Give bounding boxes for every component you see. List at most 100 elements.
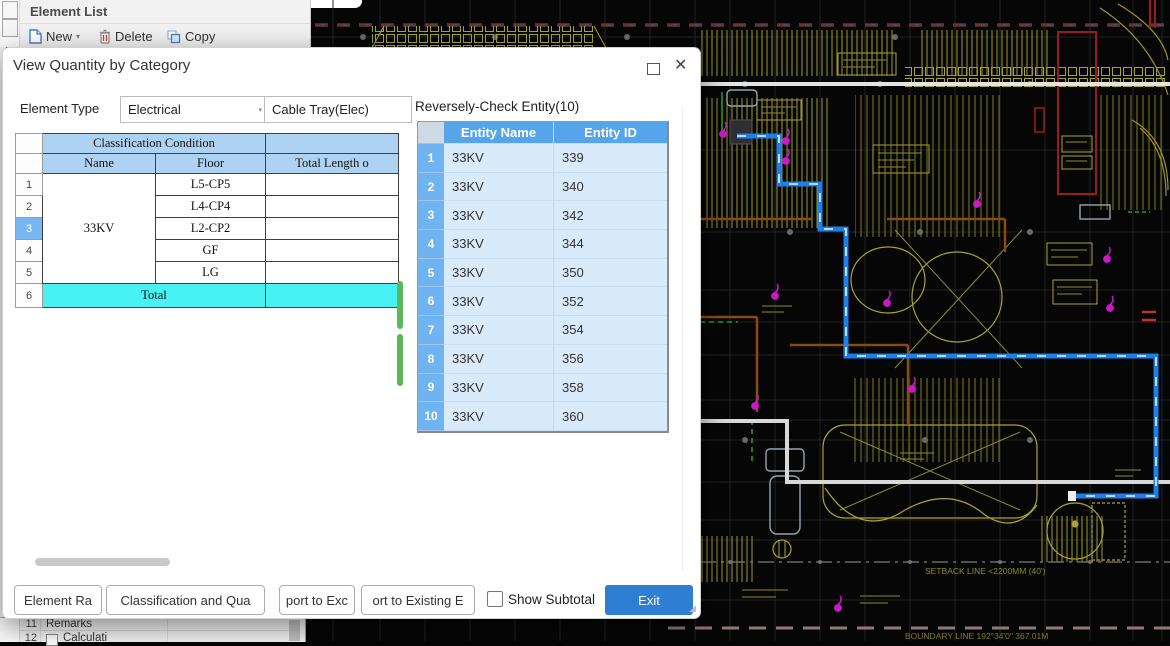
row-number[interactable]: 6	[16, 284, 43, 308]
floor-cell[interactable]: GF	[156, 240, 266, 262]
subcategory-value: Cable Tray(Elec)	[272, 102, 369, 117]
row-number[interactable]: 4	[16, 240, 43, 262]
quantity-table: Classification Condition Name Floor Tota…	[15, 133, 399, 308]
entity-id-cell[interactable]: 358	[554, 374, 667, 403]
row-number: 10	[418, 402, 444, 431]
row-number: 11	[21, 618, 37, 630]
entity-name-cell[interactable]: 33KV	[444, 173, 554, 202]
entity-name-cell[interactable]: 33KV	[444, 345, 554, 374]
resize-grip[interactable]: ◢	[689, 603, 696, 614]
row-number[interactable]: 1	[16, 174, 43, 196]
entity-row[interactable]: 2 33KV 340	[418, 173, 667, 202]
entity-name-cell[interactable]: 33KV	[444, 201, 554, 230]
category-combobox[interactable]: Electrical ▾	[120, 96, 266, 123]
new-button[interactable]: New ▾	[29, 27, 80, 46]
maximize-button[interactable]	[647, 63, 660, 75]
panel-side-gutter	[0, 0, 20, 47]
entity-id-cell[interactable]: 342	[554, 201, 667, 230]
entity-name-cell[interactable]: 33KV	[444, 259, 554, 288]
delete-button[interactable]: Delete	[99, 27, 153, 46]
entity-id-cell[interactable]: 360	[554, 402, 667, 431]
floor-cell[interactable]: L4-CP4	[156, 196, 266, 218]
horizontal-scrollbar-thumb[interactable]	[35, 558, 170, 566]
entity-row[interactable]: 4 33KV 344	[418, 230, 667, 259]
entity-name-cell[interactable]: 33KV	[444, 316, 554, 345]
row-number: 4	[418, 230, 444, 259]
entity-panel-title: Reversely-Check Entity(10)	[415, 99, 579, 114]
entity-id-cell[interactable]: 352	[554, 287, 667, 316]
value-cell[interactable]	[266, 174, 399, 196]
entity-name-cell[interactable]: 33KV	[444, 287, 554, 316]
row-number: 6	[418, 287, 444, 316]
value-cell[interactable]	[266, 196, 399, 218]
total-label-cell[interactable]: Total	[43, 284, 266, 308]
value-cell[interactable]	[266, 262, 399, 284]
row-number[interactable]: 3	[16, 218, 43, 240]
view-quantity-dialog: View Quantity by Category ✕ Element Type…	[2, 47, 701, 619]
col-header-floor: Floor	[156, 154, 266, 174]
property-row-remarks[interactable]: Remarks	[46, 618, 92, 630]
entity-id-cell[interactable]: 339	[554, 144, 667, 173]
total-value-cell[interactable]	[266, 284, 399, 308]
entity-id-cell[interactable]: 344	[554, 230, 667, 259]
entity-name-cell[interactable]: 33KV	[444, 402, 554, 431]
entity-id-cell[interactable]: 340	[554, 173, 667, 202]
entity-row[interactable]: 9 33KV 358	[418, 374, 667, 403]
floor-cell[interactable]: L5-CP5	[156, 174, 266, 196]
green-scroll-indicator[interactable]	[397, 334, 403, 386]
table-row[interactable]: 1 33KV L5-CP5	[16, 174, 399, 196]
name-group-cell[interactable]: 33KV	[43, 174, 156, 284]
entity-name-cell[interactable]: 33KV	[444, 374, 554, 403]
delete-label: Delete	[115, 29, 153, 44]
entity-name-cell[interactable]: 33KV	[444, 230, 554, 259]
entity-row[interactable]: 6 33KV 352	[418, 287, 667, 316]
divider	[19, 23, 310, 24]
entity-row[interactable]: 3 33KV 342	[418, 201, 667, 230]
entity-row[interactable]: 5 33KV 350	[418, 259, 667, 288]
row-number[interactable]: 5	[16, 262, 43, 284]
element-type-label: Element Type	[20, 101, 99, 116]
green-scroll-indicator[interactable]	[397, 281, 403, 329]
entity-row[interactable]: 10 33KV 360	[418, 402, 667, 431]
chevron-down-icon[interactable]: ▾	[76, 32, 80, 41]
entity-id-cell[interactable]: 354	[554, 316, 667, 345]
value-cell[interactable]	[266, 218, 399, 240]
row-number: 12	[21, 632, 37, 644]
col-header-entity-id[interactable]: Entity ID	[554, 122, 667, 144]
classification-quantity-button[interactable]: Classification and Qua	[106, 585, 265, 615]
floor-cell[interactable]: L2-CP2	[156, 218, 266, 240]
entity-row[interactable]: 8 33KV 356	[418, 345, 667, 374]
col-header-entity-name[interactable]: Entity Name	[444, 122, 554, 144]
row-number: 8	[418, 345, 444, 374]
close-button[interactable]: ✕	[674, 55, 687, 75]
floor-cell[interactable]: LG	[156, 262, 266, 284]
entity-id-cell[interactable]: 350	[554, 259, 667, 288]
total-row[interactable]: 6 Total	[16, 284, 399, 308]
element-properties-panel: 11 Remarks 12 Calculati	[0, 617, 306, 642]
row-number[interactable]: 2	[16, 196, 43, 218]
col-header-name: Name	[43, 154, 156, 174]
element-range-button[interactable]: Element Ra	[14, 585, 102, 615]
boundary-line-label: BOUNDARY LINE 192°34'0" 367.01M	[905, 631, 1048, 641]
exit-button[interactable]: Exit	[605, 585, 693, 615]
entity-id-cell[interactable]: 356	[554, 345, 667, 374]
show-subtotal-checkbox[interactable]	[487, 591, 503, 607]
property-row-calculation[interactable]: Calculati	[63, 632, 107, 644]
value-cell[interactable]	[266, 240, 399, 262]
divider	[682, 108, 683, 570]
element-list-title: Element List	[30, 4, 107, 19]
subcategory-combobox[interactable]: Cable Tray(Elec)	[264, 96, 412, 123]
trash-icon	[99, 29, 111, 44]
entity-row[interactable]: 1 33KV 339	[418, 144, 667, 173]
panel-tab-icon[interactable]	[2, 19, 18, 37]
row-number: 5	[418, 259, 444, 288]
panel-tab-icon[interactable]	[2, 1, 18, 19]
entity-name-cell[interactable]: 33KV	[444, 144, 554, 173]
export-to-existing-excel-button[interactable]: ort to Existing E	[361, 585, 475, 615]
copy-button[interactable]: Copy	[167, 27, 215, 46]
entity-row[interactable]: 7 33KV 354	[418, 316, 667, 345]
copy-icon	[167, 30, 181, 44]
calculation-checkbox[interactable]	[46, 634, 58, 646]
vertical-scrollbar-thumb[interactable]	[289, 620, 300, 641]
export-to-excel-button[interactable]: port to Exc	[279, 585, 355, 615]
